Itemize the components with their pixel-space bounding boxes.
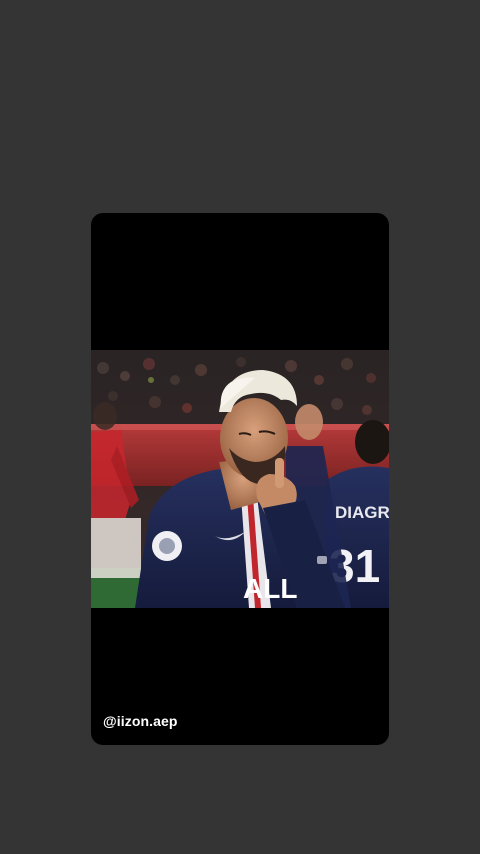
- screen-background: DIAGRA 31: [0, 0, 480, 854]
- video-frame[interactable]: DIAGRA 31: [91, 350, 389, 608]
- back-name: DIAGRA: [335, 503, 389, 522]
- username-label[interactable]: @iizon.aep: [103, 713, 178, 729]
- jersey-sponsor: ALL: [243, 573, 297, 604]
- story-card[interactable]: DIAGRA 31: [91, 213, 389, 745]
- video-thumbnail: DIAGRA 31: [91, 350, 389, 608]
